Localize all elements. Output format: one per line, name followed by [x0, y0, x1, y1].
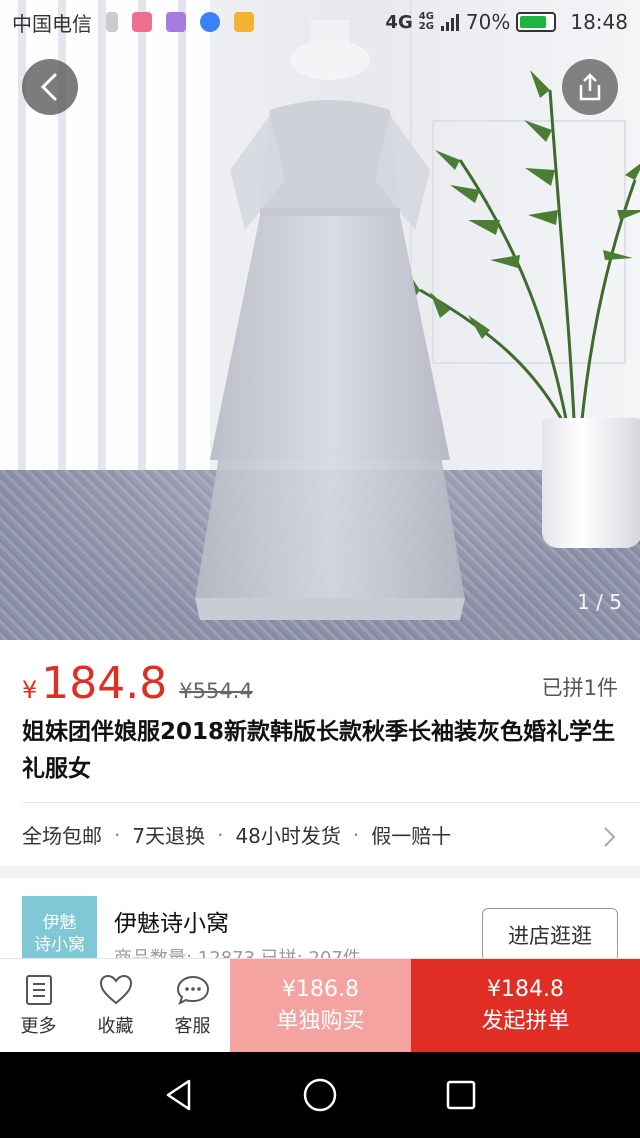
- image-counter: 1 / 5: [577, 590, 622, 614]
- weibo-icon: [132, 12, 152, 32]
- service-authentic: 假一赔十: [371, 824, 452, 848]
- enter-store-button[interactable]: 进店逛逛: [482, 908, 618, 958]
- notification-icons: [106, 12, 254, 32]
- network-small-bottom: 2G: [418, 21, 434, 32]
- baidu-icon: [200, 12, 220, 32]
- chevron-right-icon[interactable]: [602, 826, 616, 848]
- nav-home-icon[interactable]: [302, 1077, 338, 1113]
- gallery-icon: [166, 12, 186, 32]
- back-button[interactable]: [22, 59, 78, 115]
- more-label: 更多: [20, 1015, 57, 1037]
- solo-price: ¥186.8: [282, 977, 359, 1002]
- sim-icon: [106, 12, 118, 32]
- product-info-card: ¥ 184.8 ¥554.4 已拼1件 姐妹团伴娘服2018新款韩版长款秋季长袖…: [0, 640, 640, 866]
- buy-alone-button[interactable]: ¥186.8 单独购买: [230, 959, 411, 1053]
- store-logo-line2: 诗小窝: [34, 935, 85, 955]
- more-button[interactable]: 更多: [0, 959, 77, 1052]
- service-48h-ship: 48小时发货: [235, 824, 341, 848]
- bottom-action-bar: 更多 收藏 客服 ¥186.8 单独购买 ¥184.8 发起拼单: [0, 958, 640, 1053]
- battery-percent: 70%: [465, 10, 511, 34]
- group-label: 发起拼单: [481, 1009, 570, 1034]
- system-nav-bar: [0, 1052, 640, 1138]
- share-button[interactable]: [562, 59, 618, 115]
- dress-image: [195, 20, 465, 620]
- store-name: 伊魅诗小窝: [114, 911, 229, 937]
- solo-label: 单独购买: [276, 1009, 365, 1034]
- menu-list-icon: [25, 974, 52, 1005]
- divider: [22, 802, 640, 803]
- clock: 18:48: [570, 10, 628, 34]
- customer-service-button[interactable]: 客服: [154, 959, 231, 1052]
- service-free-shipping: 全场包邮: [22, 824, 102, 848]
- group-price: 184.8: [41, 658, 168, 709]
- nav-back-icon[interactable]: [163, 1078, 195, 1112]
- signal-icon: [440, 14, 459, 31]
- chevron-left-icon: [40, 73, 57, 101]
- network-label: 4G: [385, 11, 413, 33]
- service-7day-return: 7天退换: [132, 824, 206, 848]
- heart-icon: [99, 974, 132, 1004]
- sold-count: 已拼1件: [541, 676, 618, 700]
- store-card[interactable]: 伊魅 诗小窝 伊魅诗小窝 商品数量: 12873 已拼: 207件 进店逛逛: [0, 878, 640, 958]
- store-meta: 商品数量: 12873 已拼: 207件: [114, 944, 361, 958]
- start-group-button[interactable]: ¥184.8 发起拼单: [411, 959, 640, 1053]
- status-bar: 中国电信 4G 4G 2G 70% 18:48: [0, 0, 640, 44]
- shop-icon: [234, 12, 254, 32]
- service-tags[interactable]: 全场包邮 · 7天退换 · 48小时发货 · 假一赔十: [22, 820, 451, 849]
- favorite-button[interactable]: 收藏: [77, 959, 154, 1052]
- product-title: 姐妹团伴娘服2018新款韩版长款秋季长袖装灰色婚礼学生礼服女: [22, 719, 616, 782]
- store-logo: 伊魅 诗小窝: [22, 896, 97, 958]
- original-price: ¥554.4: [179, 679, 253, 703]
- store-logo-line1: 伊魅: [42, 913, 77, 933]
- chat-bubble-icon: [176, 975, 209, 1005]
- carrier-label: 中国电信: [12, 11, 92, 36]
- price-row: ¥ 184.8 ¥554.4: [22, 658, 253, 709]
- nav-recents-icon[interactable]: [445, 1079, 477, 1111]
- network-small: 4G 2G: [419, 12, 434, 32]
- favorite-label: 收藏: [97, 1015, 134, 1037]
- flower-pot: [542, 418, 640, 548]
- share-icon: [579, 73, 601, 101]
- currency-symbol: ¥: [22, 676, 38, 704]
- battery-icon: [516, 12, 557, 32]
- product-image-carousel[interactable]: 1 / 5: [0, 0, 640, 640]
- service-label: 客服: [174, 1015, 211, 1037]
- group-price-label: ¥184.8: [487, 977, 564, 1002]
